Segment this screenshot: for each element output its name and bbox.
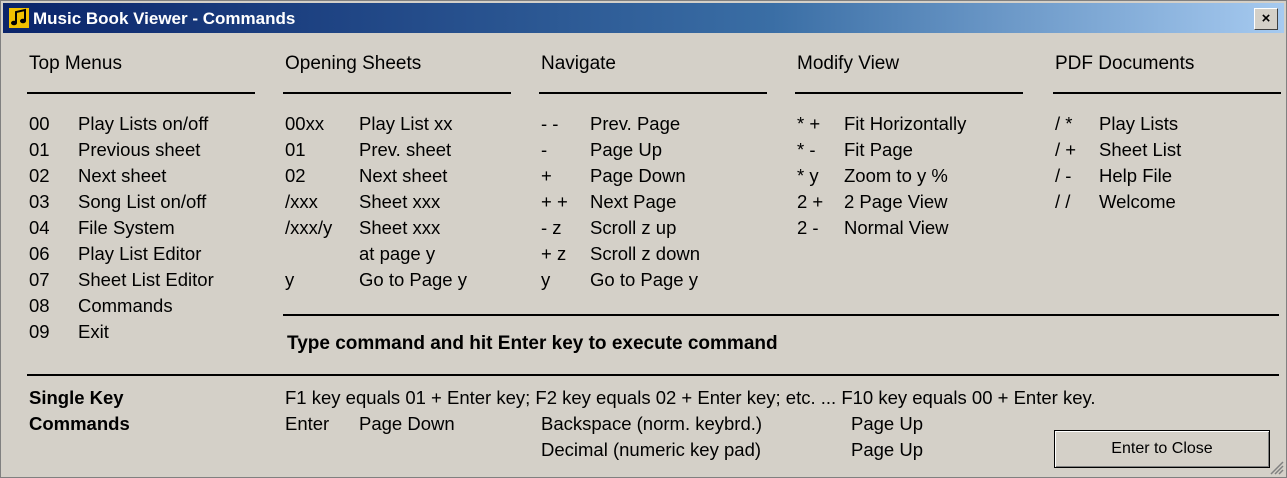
command-code: 04	[29, 217, 50, 238]
close-icon[interactable]: ×	[1254, 8, 1278, 30]
header-opening-sheets: Opening Sheets	[285, 53, 422, 74]
command-description: Play List Editor	[78, 243, 202, 264]
fkeys-text: F1 key equals 01 + Enter key; F2 key equ…	[285, 387, 1096, 408]
command-description: Sheet xxx	[359, 191, 441, 212]
command-description: Sheet List	[1099, 139, 1182, 160]
command-code: +	[541, 165, 552, 186]
command-description: Page Up	[590, 139, 662, 160]
command-code: /xxx	[285, 191, 318, 212]
command-code: * +	[797, 113, 821, 134]
commands-window: Music Book Viewer - Commands × Top Menus…	[0, 0, 1287, 478]
command-description: Go to Page y	[590, 269, 698, 290]
divider	[283, 314, 1279, 316]
divider	[795, 92, 1023, 94]
command-code: - z	[541, 217, 562, 238]
command-description: Welcome	[1099, 191, 1176, 212]
music-note-icon	[9, 8, 29, 28]
command-code: 01	[29, 139, 50, 160]
enter-to-close-button[interactable]: Enter to Close	[1054, 430, 1270, 468]
window-title: Music Book Viewer - Commands	[33, 9, 296, 28]
command-description: Scroll z up	[590, 217, 677, 238]
command-code: / +	[1055, 139, 1077, 160]
command-code: 02	[285, 165, 306, 186]
command-code: * y	[797, 165, 819, 186]
single-key-heading: Commands	[29, 413, 130, 434]
divider	[27, 374, 1279, 376]
backspace-key-action: Page Up	[851, 413, 923, 434]
command-description: Play Lists	[1099, 113, 1179, 134]
resize-grip-icon[interactable]	[1270, 461, 1284, 475]
command-description: Next sheet	[359, 165, 448, 186]
command-code: 03	[29, 191, 50, 212]
command-code: / *	[1055, 113, 1073, 134]
command-code: / /	[1055, 191, 1071, 212]
command-code: y	[541, 269, 551, 290]
command-description: Prev. Page	[590, 113, 681, 134]
command-code: 00xx	[285, 113, 325, 134]
single-key-heading: Single Key	[29, 387, 124, 408]
command-description: Commands	[78, 295, 173, 316]
enter-key-label: Enter	[285, 413, 330, 434]
command-code: 00	[29, 113, 50, 134]
divider	[1053, 92, 1281, 94]
command-code: 07	[29, 269, 50, 290]
instruction-text: Type command and hit Enter key to execut…	[287, 333, 778, 354]
command-code: / -	[1055, 165, 1072, 186]
command-description: Play Lists on/off	[78, 113, 209, 134]
enter-key-action: Page Down	[359, 413, 455, 434]
header-navigate: Navigate	[541, 53, 616, 74]
command-code: /xxx/y	[285, 217, 333, 238]
command-code: -	[541, 139, 548, 160]
divider	[283, 92, 511, 94]
command-description: Exit	[78, 321, 109, 342]
command-description: Zoom to y %	[844, 165, 948, 186]
divider	[539, 92, 767, 94]
command-description: Page Down	[590, 165, 686, 186]
title-bar[interactable]: Music Book Viewer - Commands ×	[3, 3, 1284, 33]
command-description: Go to Page y	[359, 269, 467, 290]
command-description: Song List on/off	[78, 191, 207, 212]
command-description: Scroll z down	[590, 243, 701, 264]
command-description: 2 Page View	[844, 191, 948, 212]
command-code: - -	[541, 113, 559, 134]
backspace-key-label: Backspace (norm. keybrd.)	[541, 413, 763, 434]
command-description: Sheet xxx	[359, 217, 441, 238]
command-code: y	[285, 269, 295, 290]
decimal-key-action: Page Up	[851, 439, 923, 460]
command-code: * -	[797, 139, 816, 160]
command-description: Help File	[1099, 165, 1172, 186]
command-code: 02	[29, 165, 50, 186]
divider	[27, 92, 255, 94]
command-code: 01	[285, 139, 306, 160]
command-description: Normal View	[844, 217, 949, 238]
command-code: 2 +	[797, 191, 824, 212]
command-code: 06	[29, 243, 50, 264]
header-modify-view: Modify View	[797, 53, 900, 74]
command-code: + z	[541, 243, 567, 264]
decimal-key-label: Decimal (numeric key pad)	[541, 439, 762, 460]
command-description: Fit Page	[844, 139, 913, 160]
command-code: 09	[29, 321, 50, 342]
command-description: Previous sheet	[78, 139, 201, 160]
command-description: at page y	[359, 243, 436, 264]
command-code: 2 -	[797, 217, 819, 238]
command-description: File System	[78, 217, 175, 238]
command-description: Next Page	[590, 191, 677, 212]
command-description: Play List xx	[359, 113, 453, 134]
commands-content: Top Menus Opening Sheets Navigate Modify…	[1, 33, 1286, 477]
command-description: Fit Horizontally	[844, 113, 967, 134]
command-description: Sheet List Editor	[78, 269, 214, 290]
header-pdf-documents: PDF Documents	[1055, 53, 1195, 74]
header-top-menus: Top Menus	[29, 53, 122, 74]
command-code: + +	[541, 191, 568, 212]
command-description: Prev. sheet	[359, 139, 452, 160]
command-description: Next sheet	[78, 165, 167, 186]
command-code: 08	[29, 295, 50, 316]
